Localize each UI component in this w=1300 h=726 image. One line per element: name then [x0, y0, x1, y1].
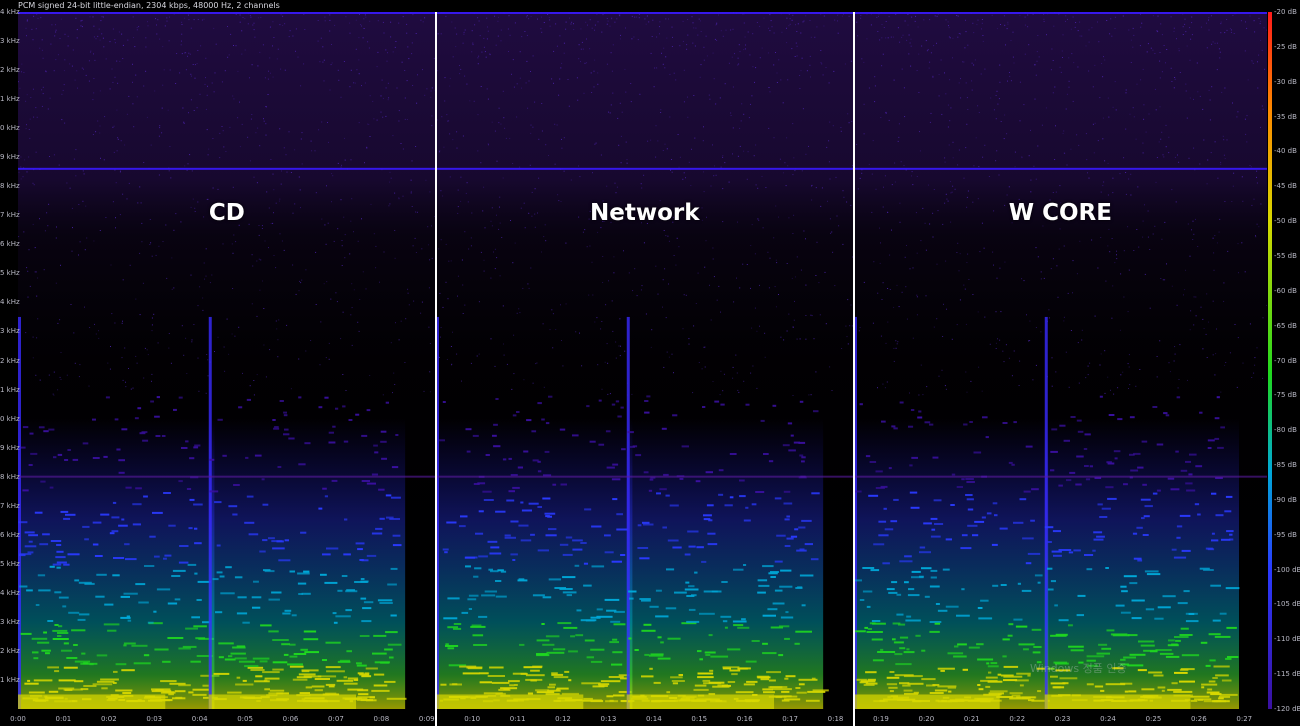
y-tick-label: 5 kHz — [0, 559, 20, 568]
x-tick-label: 0:23 — [1054, 715, 1071, 723]
colorbar-tick-label: -90 dB — [1274, 495, 1297, 504]
y-tick-label: 4 kHz — [0, 298, 20, 307]
colorbar-tick-label: -115 dB — [1274, 670, 1300, 679]
os-watermark: Windows 정품 인증 — [1030, 662, 1127, 675]
spectrogram-plot — [18, 12, 1267, 709]
colorbar-tick-label: -35 dB — [1274, 112, 1297, 121]
x-tick-label: 0:04 — [191, 715, 208, 723]
x-tick-label: 0:17 — [782, 715, 798, 723]
x-tick-label: 0:13 — [600, 715, 617, 723]
x-tick-label: 0:09 — [418, 715, 435, 723]
colorbar-tick-label: -30 dB — [1274, 77, 1297, 86]
colorbar-tick-label: -45 dB — [1274, 182, 1297, 191]
x-tick-label: 0:10 — [464, 715, 481, 723]
x-tick-label: 0:02 — [100, 715, 117, 723]
y-tick-label: 3 kHz — [0, 617, 20, 626]
x-tick-label: 0:22 — [1009, 715, 1026, 723]
colorbar-tick-label: -105 dB — [1274, 600, 1300, 609]
x-tick-label: 0:20 — [918, 715, 935, 723]
x-tick-label: 0:26 — [1190, 715, 1207, 723]
x-tick-label: 0:25 — [1145, 715, 1162, 723]
y-tick-label: 4 kHz — [0, 588, 20, 597]
colorbar-tick-label: -100 dB — [1274, 565, 1300, 574]
x-tick-label: 0:14 — [645, 715, 662, 723]
x-tick-label: 0:07 — [328, 715, 344, 723]
x-tick-label: 0:05 — [237, 715, 253, 723]
y-tick-label: 7 kHz — [0, 211, 20, 220]
colorbar-tick-label: -25 dB — [1274, 42, 1297, 51]
colorbar-tick-label: -110 dB — [1274, 635, 1300, 644]
x-tick-label: 0:12 — [555, 715, 571, 723]
colorbar-tick-label: -70 dB — [1274, 356, 1297, 365]
colorbar-tick-label: -85 dB — [1274, 461, 1297, 470]
y-tick-label: 1 kHz — [0, 95, 20, 104]
y-tick-label: 5 kHz — [0, 269, 20, 278]
colorbar-tick-label: -40 dB — [1274, 147, 1297, 156]
y-tick-label: 6 kHz — [0, 530, 20, 539]
y-tick-label: 8 kHz — [0, 182, 20, 191]
spectrogram-panel — [435, 12, 854, 709]
x-tick-label: 0:03 — [146, 715, 163, 723]
y-tick-label: 0 kHz — [0, 124, 20, 133]
y-tick-label: 3 kHz — [0, 327, 20, 336]
colorbar-tick-label: -55 dB — [1274, 251, 1297, 260]
colorbar-tick-label: -75 dB — [1274, 391, 1297, 400]
colorbar-tick-label: -20 dB — [1274, 8, 1297, 16]
panel-separator — [852, 12, 855, 726]
x-tick-label: 0:11 — [509, 715, 526, 723]
y-tick-label: 9 kHz — [0, 443, 20, 452]
panel-label: CD — [208, 200, 245, 226]
colorbar-tick-label: -50 dB — [1274, 217, 1297, 226]
x-tick-label: 0:27 — [1236, 715, 1253, 723]
x-tick-label: 0:18 — [827, 715, 844, 723]
spectrogram-panel — [853, 12, 1267, 709]
x-tick-label: 0:19 — [873, 715, 889, 723]
file-info-text: PCM signed 24-bit little-endian, 2304 kb… — [18, 1, 280, 10]
y-tick-label: 3 kHz — [0, 37, 20, 46]
x-tick-label: 0:00 — [10, 715, 26, 723]
colorbar-tick-label: -60 dB — [1274, 286, 1297, 295]
y-tick-label: 0 kHz — [0, 414, 20, 423]
y-tick-label: 7 kHz — [0, 501, 20, 510]
colorbar-tick-label: -120 dB — [1274, 705, 1300, 713]
y-tick-label: 2 kHz — [0, 356, 20, 365]
x-tick-label: 0:15 — [691, 715, 708, 723]
y-tick-label: 1 kHz — [0, 675, 20, 684]
y-tick-label: 8 kHz — [0, 472, 20, 481]
x-tick-label: 0:24 — [1100, 715, 1116, 723]
colorbar-tick-label: -65 dB — [1274, 321, 1297, 330]
y-tick-label: 6 kHz — [0, 240, 20, 249]
x-tick-label: 0:21 — [963, 715, 980, 723]
panel-label: W CORE — [1008, 200, 1112, 226]
panel-separator — [434, 12, 437, 726]
y-tick-label: 2 kHz — [0, 646, 20, 655]
db-colorbar — [1268, 12, 1272, 709]
panel-label: Network — [590, 200, 700, 226]
y-tick-label: 4 kHz — [0, 8, 20, 16]
y-tick-label: 2 kHz — [0, 66, 20, 75]
x-tick-label: 0:16 — [736, 715, 753, 723]
x-tick-label: 0:08 — [373, 715, 390, 723]
y-tick-label: 9 kHz — [0, 153, 20, 162]
x-tick-label: 0:01 — [55, 715, 72, 723]
x-tick-label: 0:06 — [282, 715, 299, 723]
colorbar-tick-label: -95 dB — [1274, 530, 1297, 539]
spectrogram-panel — [18, 12, 436, 709]
y-tick-label: 1 kHz — [0, 385, 20, 394]
colorbar-tick-label: -80 dB — [1274, 426, 1297, 435]
